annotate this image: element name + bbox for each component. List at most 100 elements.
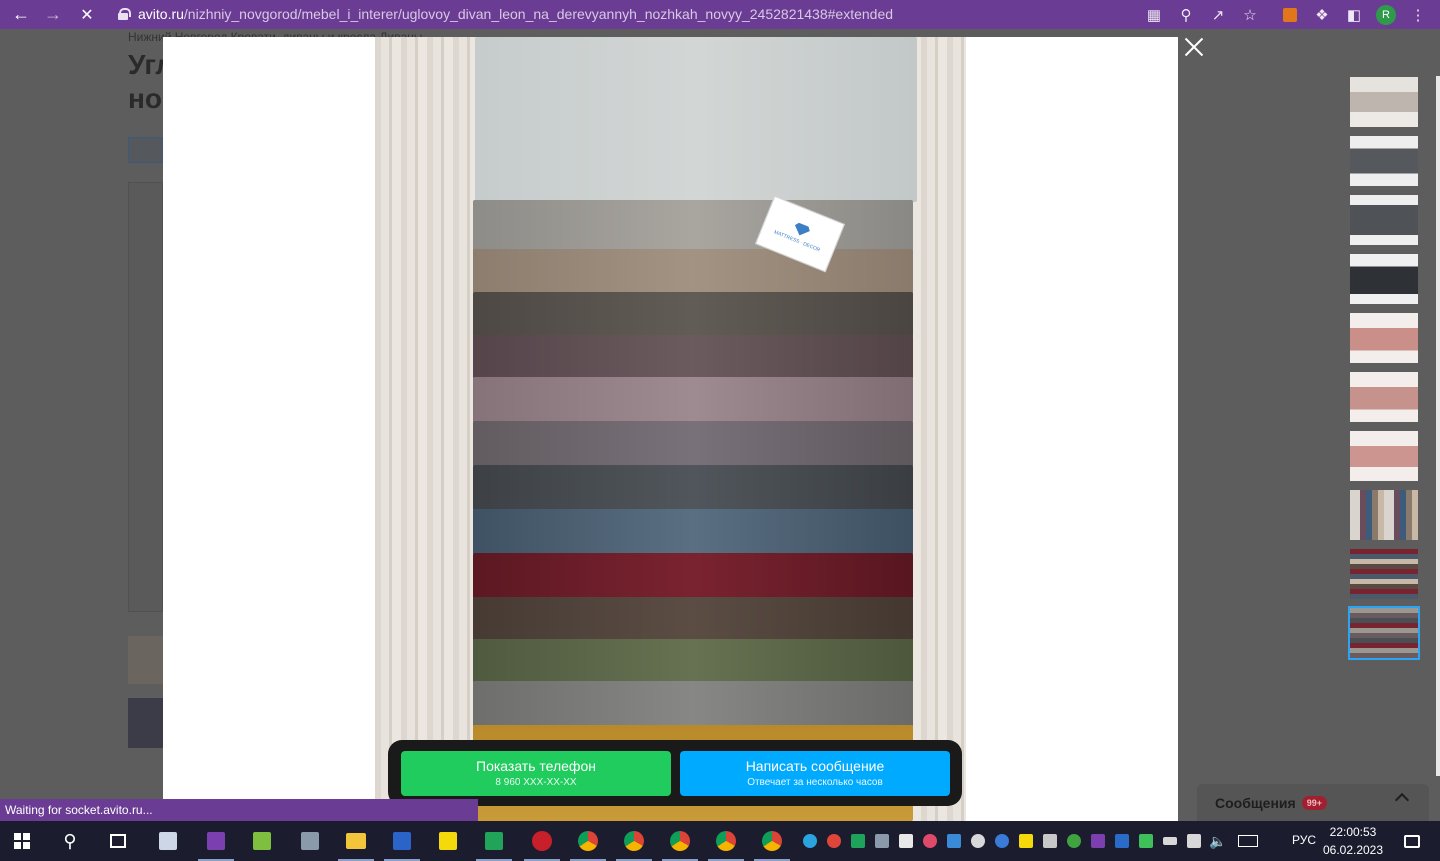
swatch-gray xyxy=(473,200,913,252)
swatch-chocolate xyxy=(473,597,913,641)
bg-thumbnail xyxy=(128,636,163,684)
browser-status-bar: Waiting for socket.avito.ru... xyxy=(0,799,478,821)
swatch-olive xyxy=(473,639,913,683)
chrome-icon[interactable] xyxy=(612,821,656,861)
thumbnail-strip xyxy=(1348,77,1420,667)
notification-center-icon[interactable] xyxy=(1390,821,1434,861)
phone-masked: 8 960 XXX-XX-XX xyxy=(495,777,577,788)
side-panel-icon[interactable]: ◧ xyxy=(1338,0,1370,29)
windows-taskbar: ⚲ 🔈 РУС 22:00:53 06.02.2023 xyxy=(0,821,1440,861)
clock-time: 22:00:53 xyxy=(1329,825,1377,839)
thumbnail-sofa-dark[interactable] xyxy=(1350,254,1418,304)
write-message-button[interactable]: Написать сообщение Отвечает за несколько… xyxy=(680,751,950,796)
close-icon[interactable] xyxy=(1184,37,1204,57)
stop-loading-icon[interactable]: ✕ xyxy=(72,0,102,29)
blocked-icon[interactable] xyxy=(966,821,990,861)
swatch-burgundy xyxy=(473,553,913,599)
scrollbar[interactable] xyxy=(1436,76,1440,776)
shield-icon[interactable] xyxy=(846,821,870,861)
antivirus-icon[interactable] xyxy=(1134,821,1158,861)
window-icon[interactable] xyxy=(1038,821,1062,861)
response-time: Отвечает за несколько часов xyxy=(747,777,883,788)
chevron-up-icon[interactable] xyxy=(1394,792,1410,808)
input-language[interactable]: РУС xyxy=(1292,833,1316,847)
thumbnail-sofa-pink-3[interactable] xyxy=(1350,431,1418,481)
main-image-placeholder xyxy=(128,182,163,612)
favorite-button xyxy=(128,137,163,163)
fabric-swatch-photo: MATTRESS · DECOR Avito xyxy=(375,37,966,821)
chrome-icon[interactable] xyxy=(750,821,794,861)
thumbnail-fabric-1[interactable] xyxy=(1350,490,1418,540)
swatch-dark-brown-gray xyxy=(473,292,913,337)
thumbnail-fabric-3[interactable] xyxy=(1348,606,1420,660)
write-message-label: Написать сообщение xyxy=(745,758,885,774)
messages-label: Сообщения xyxy=(1215,794,1296,811)
address-bar[interactable]: avito.ru/nizhniy_novgorod/mebel_i_intere… xyxy=(112,2,1272,26)
xbox-icon[interactable] xyxy=(1062,821,1086,861)
back-arrow-icon[interactable]: ← xyxy=(6,0,36,29)
thumbnail-sofa-gray-open[interactable] xyxy=(1350,195,1418,245)
windows-start-icon[interactable] xyxy=(0,821,44,861)
notepad-icon[interactable] xyxy=(240,821,284,861)
chrome-icon[interactable] xyxy=(704,821,748,861)
globe-icon[interactable] xyxy=(990,821,1014,861)
clock-date: 06.02.2023 xyxy=(1322,843,1384,857)
keyboard-icon[interactable] xyxy=(1230,821,1266,861)
chrome-icon[interactable] xyxy=(566,821,610,861)
swatch-taupe xyxy=(473,249,913,295)
clock[interactable]: 22:00:53 06.02.2023 xyxy=(1320,823,1386,859)
record-icon[interactable] xyxy=(918,821,942,861)
fx-icon[interactable] xyxy=(1110,821,1134,861)
bg-thumbnail xyxy=(128,698,163,748)
show-phone-button[interactable]: Показать телефон 8 960 XXX-XX-XX xyxy=(401,751,671,796)
thumbnail-sofa-pink[interactable] xyxy=(1350,313,1418,363)
page-title-line2: но xyxy=(128,83,163,114)
network-icon[interactable] xyxy=(1182,821,1206,861)
task-view-icon[interactable] xyxy=(96,821,140,861)
lock-icon xyxy=(118,8,131,20)
show-phone-label: Показать телефон xyxy=(476,758,596,774)
volume-icon[interactable]: 🔈 xyxy=(1206,821,1230,861)
thumbnail-fabric-2[interactable] xyxy=(1350,549,1418,599)
display-icon[interactable] xyxy=(870,821,894,861)
gallery-modal: MATTRESS · DECOR Avito xyxy=(163,37,1178,821)
bookmark-star-icon[interactable]: ☆ xyxy=(1234,0,1266,29)
metamask-fox-icon[interactable] xyxy=(1274,0,1306,29)
menu-kebab-icon[interactable]: ⋮ xyxy=(1402,0,1434,29)
app-icon[interactable] xyxy=(288,821,332,861)
profile-avatar[interactable]: R xyxy=(1370,0,1402,29)
translate-icon[interactable]: ▦ xyxy=(1138,0,1170,29)
telegram-icon[interactable] xyxy=(798,821,822,861)
chrome-icon[interactable] xyxy=(658,821,702,861)
thumbnail-sofa-white[interactable] xyxy=(1350,77,1418,127)
swatch-steel-blue xyxy=(473,509,913,555)
forward-arrow-icon[interactable]: → xyxy=(38,0,68,29)
swatch-graphite xyxy=(473,421,913,467)
thumbnail-sofa-pink-2[interactable] xyxy=(1350,372,1418,422)
usb-icon[interactable] xyxy=(1158,821,1182,861)
messages-widget[interactable]: Сообщения 99+ xyxy=(1197,784,1429,821)
search-icon[interactable]: ⚲ xyxy=(48,821,92,861)
swatch-mauve xyxy=(473,377,913,423)
extensions-puzzle-icon[interactable]: ❖ xyxy=(1306,0,1338,29)
explorer-folder-icon[interactable] xyxy=(334,821,378,861)
file-manager-icon[interactable] xyxy=(146,821,190,861)
screenshot-icon[interactable] xyxy=(942,821,966,861)
onenote-tray-icon[interactable] xyxy=(1086,821,1110,861)
sticky-notes-icon[interactable] xyxy=(426,821,470,861)
notes-icon[interactable] xyxy=(1014,821,1038,861)
word-icon[interactable] xyxy=(380,821,424,861)
onenote-icon[interactable] xyxy=(194,821,238,861)
swatch-ash xyxy=(473,681,913,727)
zoom-icon[interactable]: ⚲ xyxy=(1170,0,1202,29)
app-green-icon[interactable] xyxy=(520,821,564,861)
browser-tray-icon[interactable] xyxy=(822,821,846,861)
swatch-charcoal xyxy=(473,465,913,511)
thumbnail-sofa-gray[interactable] xyxy=(1350,136,1418,186)
swatch-light-gray xyxy=(475,37,917,202)
excel-icon[interactable] xyxy=(472,821,516,861)
share-icon[interactable]: ↗ xyxy=(1202,0,1234,29)
document-icon[interactable] xyxy=(894,821,918,861)
contact-bar: Показать телефон 8 960 XXX-XX-XX Написат… xyxy=(388,740,962,806)
swatch-plum xyxy=(473,335,913,379)
